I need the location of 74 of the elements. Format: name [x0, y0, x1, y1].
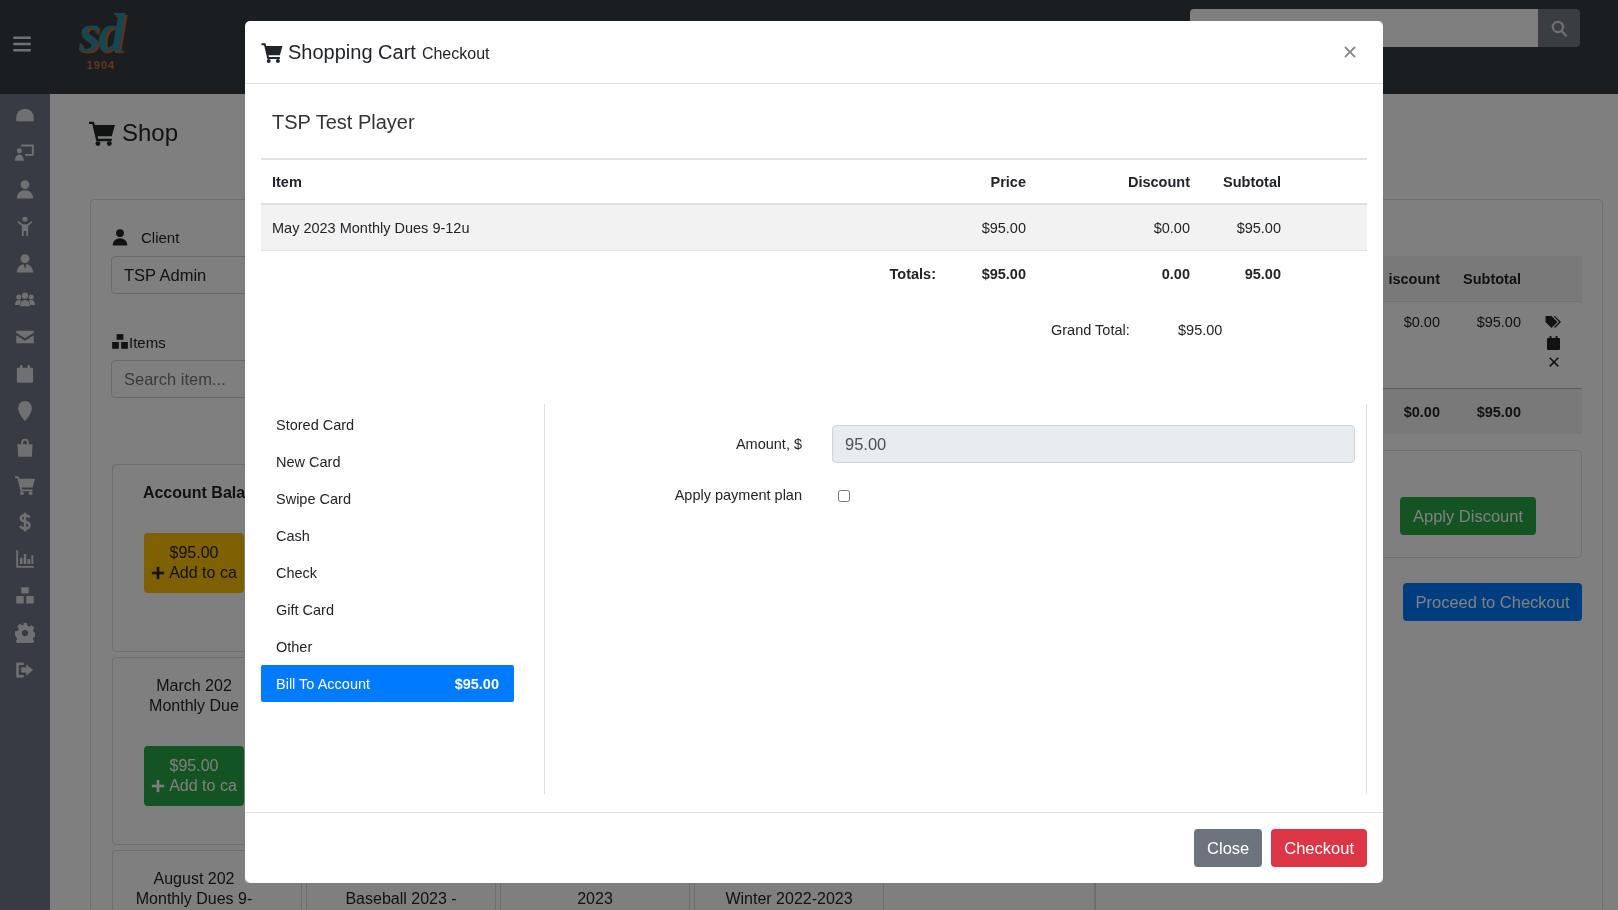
calendar-icon[interactable] — [1545, 335, 1562, 351]
person-icon[interactable] — [15, 179, 35, 199]
modal-title: Shopping Cart — [288, 40, 416, 64]
modal-subtitle: Checkout — [421, 44, 490, 63]
bar-chart-icon[interactable] — [15, 549, 35, 569]
payment-method[interactable]: Cash — [261, 517, 514, 554]
shopping-bag-icon[interactable] — [15, 438, 35, 458]
payment-method[interactable]: Swipe Card — [261, 480, 514, 517]
column-header: iscount — [1387, 270, 1440, 287]
cart-icon — [88, 120, 116, 146]
cart-icon — [261, 41, 283, 63]
map-pin-icon[interactable] — [15, 401, 35, 421]
table-cell-text: $95.00 — [980, 219, 1026, 236]
payment-method[interactable]: Gift Card — [261, 591, 514, 628]
field-label: Items — [129, 333, 166, 351]
presentation-icon[interactable] — [15, 142, 35, 162]
table-cell-text: $95.00 — [1475, 403, 1521, 420]
search-icon — [1550, 19, 1568, 37]
field-label: Amount, $ — [734, 436, 803, 452]
calendar-icon[interactable] — [15, 364, 35, 384]
table-cell-text: 0.00 — [1160, 266, 1190, 282]
column-header: Discount — [1126, 173, 1190, 190]
cubes-icon — [111, 333, 129, 351]
child-figure-icon[interactable] — [15, 216, 35, 236]
product-name: Winter 2022-2023 — [725, 889, 853, 909]
payment-method[interactable]: Check — [261, 554, 514, 591]
table-cell-text: $0.00 — [1402, 314, 1440, 332]
column-header: Item — [271, 173, 303, 190]
tags-icon[interactable] — [1545, 314, 1562, 330]
person-icon — [111, 228, 129, 246]
table-cell-text: $95.00 — [1235, 219, 1281, 236]
settings-icon[interactable] — [15, 623, 35, 643]
product-name: 2023 — [577, 889, 613, 909]
search-button[interactable] — [1538, 9, 1580, 47]
column-header: Subtotal — [1222, 173, 1281, 190]
person-tie-icon[interactable] — [15, 253, 35, 273]
amount-field[interactable]: 95.00 — [832, 425, 1355, 463]
totals-label: Totals: — [888, 266, 937, 282]
product-name: March 202 — [156, 676, 232, 696]
table-cell-text: $95.00 — [980, 266, 1026, 282]
menu-icon[interactable] — [12, 34, 32, 54]
grand-total-label: Grand Total: — [1051, 322, 1131, 338]
cubes-icon[interactable] — [15, 586, 35, 606]
close-button[interactable]: Close — [1194, 829, 1263, 867]
product-name: Monthly Dues 9- — [135, 889, 253, 909]
payment-plan-checkbox[interactable] — [838, 490, 850, 502]
grand-total-value: $95.00 — [1178, 322, 1223, 338]
table-cell-text: $0.00 — [1152, 219, 1190, 236]
remove-icon[interactable] — [1547, 356, 1560, 368]
payment-method[interactable]: New Card — [261, 443, 514, 480]
customer-name: TSP Test Player — [271, 110, 416, 135]
product-name: Monthly Due — [149, 696, 239, 716]
plus-icon — [151, 779, 166, 793]
payment-method[interactable]: Bill To Account $95.00 — [261, 665, 514, 702]
checkout-button[interactable]: Checkout — [1271, 829, 1367, 867]
table-cell-text: $0.00 — [1402, 403, 1440, 420]
table-cell-text: May 2023 Monthly Dues 9-12u — [271, 219, 471, 236]
column-header: Price — [989, 173, 1026, 190]
plus-icon — [151, 566, 166, 580]
field-label: Apply payment plan — [673, 487, 803, 503]
product-name: August 202 — [153, 869, 235, 889]
close-icon[interactable] — [1343, 45, 1357, 59]
cart-icon[interactable] — [15, 475, 35, 495]
product-name: Baseball 2023 - — [345, 889, 457, 909]
payment-method[interactable]: Other — [261, 628, 514, 665]
payment-method[interactable]: Stored Card — [261, 406, 514, 443]
table-cell-text: 95.00 — [1243, 266, 1281, 282]
page-title: Shop — [122, 119, 179, 147]
table-cell-text: $95.00 — [1475, 314, 1521, 332]
column-header: Subtotal — [1462, 270, 1521, 287]
field-label: Client — [141, 228, 180, 246]
method-amount: $95.00 — [454, 675, 499, 692]
product-name: Account Bala — [142, 483, 246, 503]
sign-out-icon[interactable] — [15, 660, 35, 680]
